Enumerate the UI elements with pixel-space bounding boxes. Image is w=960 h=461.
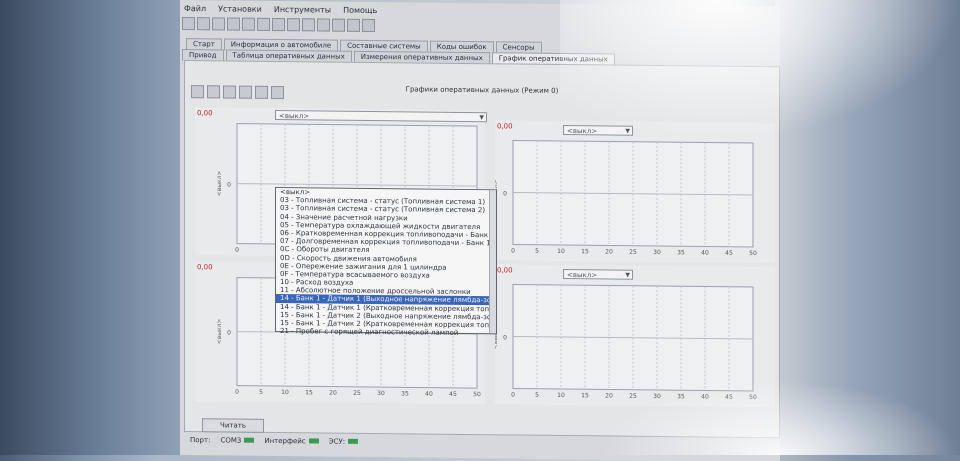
app-window: Файл Установки Инструменты Помощь Старт … xyxy=(180,0,780,461)
chart-panel: 0,00<выкл>▼0<выкл>05101520253035404550 xyxy=(495,264,775,408)
x-tick-label: 40 xyxy=(701,393,709,400)
zoom-out-icon[interactable] xyxy=(207,85,220,99)
main-toolbar xyxy=(182,17,375,33)
print-icon[interactable] xyxy=(255,85,268,99)
y-axis-label: <выкл> xyxy=(216,170,223,196)
x-tick-label: 15 xyxy=(581,392,589,399)
graph-panel: Графики оперативных данных (Режим 0) 0,0… xyxy=(184,60,780,439)
help-icon[interactable] xyxy=(362,18,375,33)
read-button[interactable]: Читать xyxy=(202,418,264,433)
x-tick-label: 15 xyxy=(581,248,589,255)
y-axis-label: <выкл> xyxy=(216,318,223,344)
chart-icon[interactable] xyxy=(242,17,255,31)
x-tick-label: 30 xyxy=(377,390,385,397)
grid-icon[interactable] xyxy=(212,17,225,31)
menu-help[interactable]: Помощь xyxy=(343,6,377,18)
x-tick-label: 20 xyxy=(605,392,613,399)
y-zero-label: 0 xyxy=(227,329,231,336)
x-tick-label: 50 xyxy=(473,391,481,398)
menu-file[interactable]: Файл xyxy=(184,4,206,16)
x-tick-label: 50 xyxy=(749,250,757,257)
x-tick-label: 0 xyxy=(235,389,239,396)
y-zero-label: 0 xyxy=(503,190,507,197)
save-icon[interactable] xyxy=(302,18,315,32)
info-icon[interactable] xyxy=(347,18,360,32)
disc-icon[interactable] xyxy=(197,17,210,31)
dropdown-scrollbar[interactable] xyxy=(489,190,496,334)
bottom-bar: Читать Порт: COM3 Интерфейс ЭСУ: xyxy=(184,414,778,448)
x-tick-label: 45 xyxy=(449,391,457,398)
y-zero-label: 0 xyxy=(503,334,507,341)
record-icon[interactable] xyxy=(332,18,345,32)
status-led-icon xyxy=(308,438,319,444)
status-item: ЭСУ: xyxy=(329,438,359,446)
x-tick-label: 20 xyxy=(605,248,613,255)
x-tick-label: 40 xyxy=(425,391,433,398)
x-tick-label: 0 xyxy=(511,247,515,254)
x-tick-label: 25 xyxy=(353,390,361,397)
x-tick-label: 35 xyxy=(677,393,685,400)
x-tick-label: 25 xyxy=(629,249,637,256)
settings-icon[interactable] xyxy=(271,85,284,100)
chart-plot: 0<выкл>05101520253035404550 xyxy=(495,283,757,401)
x-tick-label: 5 xyxy=(535,248,539,255)
status-led-icon xyxy=(244,437,255,443)
x-tick-label: 30 xyxy=(653,249,661,256)
monitor-bezel-left xyxy=(0,0,180,455)
print-icon[interactable] xyxy=(317,18,330,32)
x-tick-label: 45 xyxy=(725,394,733,401)
status-item: COM3 xyxy=(220,436,255,445)
status-item: Порт: xyxy=(190,436,211,445)
x-tick-label: 20 xyxy=(329,390,337,397)
menu-settings[interactable]: Установки xyxy=(218,4,262,16)
x-tick-label: 5 xyxy=(259,389,263,396)
x-tick-label: 30 xyxy=(653,393,661,400)
x-tick-label: 10 xyxy=(281,389,289,396)
table-icon[interactable] xyxy=(227,17,240,31)
status-item: Интерфейс xyxy=(264,437,319,446)
status-led-icon xyxy=(348,438,359,444)
x-tick-label: 0 xyxy=(235,247,239,254)
car-icon[interactable] xyxy=(272,17,285,32)
menu-bar: Файл Установки Инструменты Помощь xyxy=(180,4,377,18)
x-tick-label: 15 xyxy=(305,389,313,396)
save-icon[interactable] xyxy=(239,85,252,99)
chart-panel: 0,00<выкл>▼0<выкл>05101520253035404550 xyxy=(495,120,775,264)
x-tick-label: 45 xyxy=(725,250,733,257)
chart-plot: 0<выкл>05101520253035404550 xyxy=(495,139,757,257)
x-tick-label: 35 xyxy=(401,390,409,397)
monitor-bezel-right xyxy=(775,0,960,455)
pencil-icon[interactable] xyxy=(182,17,195,31)
x-tick-label: 0 xyxy=(511,391,515,398)
doc-icon[interactable] xyxy=(287,18,300,32)
x-tick-label: 50 xyxy=(749,394,757,401)
x-tick-label: 25 xyxy=(629,393,637,400)
open-icon[interactable] xyxy=(223,85,236,99)
y-zero-label: 0 xyxy=(227,181,231,188)
x-tick-label: 35 xyxy=(677,249,685,256)
parameter-dropdown-list[interactable]: <выкл> 03 - Топливная система - статус (Т… xyxy=(275,186,497,337)
x-tick-label: 40 xyxy=(701,249,709,256)
gauge-icon[interactable] xyxy=(257,17,270,31)
panel-toolbar xyxy=(191,85,284,100)
x-tick-label: 10 xyxy=(557,248,565,255)
status-bar: Порт: COM3 Интерфейс ЭСУ: xyxy=(190,436,359,446)
x-tick-label: 10 xyxy=(557,392,565,399)
zoom-in-icon[interactable] xyxy=(191,85,204,99)
x-tick-label: 5 xyxy=(535,392,539,399)
menu-tools[interactable]: Инструменты xyxy=(274,5,331,18)
